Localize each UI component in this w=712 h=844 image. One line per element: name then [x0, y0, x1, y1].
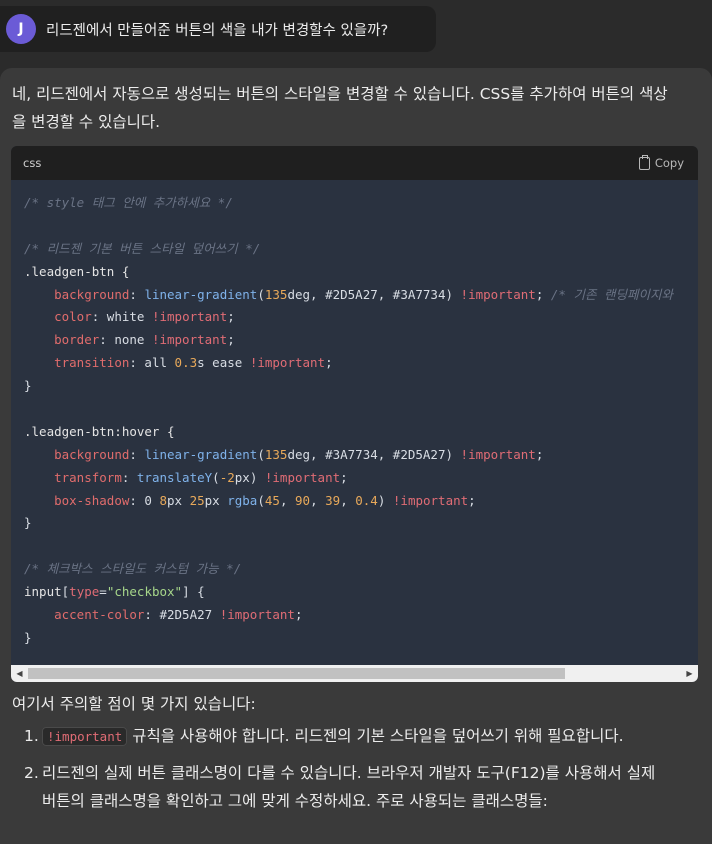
code-line: background: linear-gradient(135deg, #2D5…	[54, 286, 681, 302]
code-line: }	[24, 629, 32, 645]
scroll-right-arrow-icon[interactable]: ▶	[681, 665, 698, 682]
horizontal-scrollbar[interactable]: ◀ ▶	[11, 665, 698, 682]
assistant-response: 네, 리드젠에서 자동으로 생성되는 버튼의 스타일을 변경할 수 있습니다. …	[0, 68, 712, 844]
list-text: 리드젠의 실제 버튼 클래스명이 다를 수 있습니다. 브라우저 개발자 도구(…	[42, 764, 656, 810]
user-message-text: 리드젠에서 만들어준 버튼의 색을 내가 변경할수 있을까?	[46, 22, 389, 39]
code-line: transform: translateY(-2px) !important;	[54, 469, 348, 485]
code-line: background: linear-gradient(135deg, #3A7…	[54, 446, 544, 462]
code-line: transition: all 0.3s ease !important;	[54, 355, 333, 371]
code-body[interactable]: /* style 태그 안에 추가하세요 */ /* 리드젠 기본 버튼 스타일…	[11, 180, 698, 665]
list-text: 규칙을 사용해야 합니다. 리드젠의 기본 스타일을 덮어쓰기 위해 필요합니다…	[127, 727, 624, 745]
list-number: 1.	[24, 727, 39, 745]
code-line: }	[24, 378, 32, 394]
code-line: color: white !important;	[54, 309, 235, 325]
user-avatar: J	[6, 14, 36, 44]
scroll-left-arrow-icon[interactable]: ◀	[11, 665, 28, 682]
notes-list: 1. !important 규칙을 사용해야 합니다. 리드젠의 기본 스타일을…	[24, 722, 664, 823]
code-line: border: none !important;	[54, 332, 235, 348]
list-number: 2.	[24, 764, 39, 782]
copy-button[interactable]: Copy	[638, 154, 684, 170]
code-language-label: css	[23, 156, 42, 170]
code-line: input[type="checkbox"] {	[24, 584, 205, 600]
inline-code: !important	[42, 727, 128, 746]
scrollbar-thumb[interactable]	[28, 668, 565, 679]
code-line: /* style 태그 안에 추가하세요 */	[24, 195, 233, 210]
code-line: /* 체크박스 스타일도 커스텀 가능 */	[24, 561, 242, 577]
code-line: }	[24, 515, 32, 531]
code-line: .leadgen-btn:hover {	[24, 423, 175, 439]
code-line: /* 리드젠 기본 버튼 스타일 덮어쓰기 */	[24, 240, 261, 256]
code-line: box-shadow: 0 8px 25px rgba(45, 90, 39, …	[54, 492, 476, 508]
list-item: 1. !important 규칙을 사용해야 합니다. 리드젠의 기본 스타일을…	[24, 722, 664, 751]
code-line: accent-color: #2D5A27 !important;	[54, 607, 303, 623]
clipboard-icon	[638, 154, 650, 170]
code-header: css Copy	[11, 146, 698, 180]
list-item: 2. 리드젠의 실제 버튼 클래스명이 다를 수 있습니다. 브라우저 개발자 …	[24, 759, 664, 815]
code-line: .leadgen-btn {	[24, 263, 130, 279]
copy-label: Copy	[654, 156, 684, 170]
response-intro: 네, 리드젠에서 자동으로 생성되는 버튼의 스타일을 변경할 수 있습니다. …	[12, 85, 668, 131]
note-heading: 여기서 주의할 점이 몇 가지 있습니다:	[12, 695, 256, 713]
code-block: css Copy /* style 태그 안에 추가하세요 */ /* 리드젠 …	[11, 146, 698, 682]
user-message-bubble: J 리드젠에서 만들어준 버튼의 색을 내가 변경할수 있을까?	[0, 6, 436, 52]
